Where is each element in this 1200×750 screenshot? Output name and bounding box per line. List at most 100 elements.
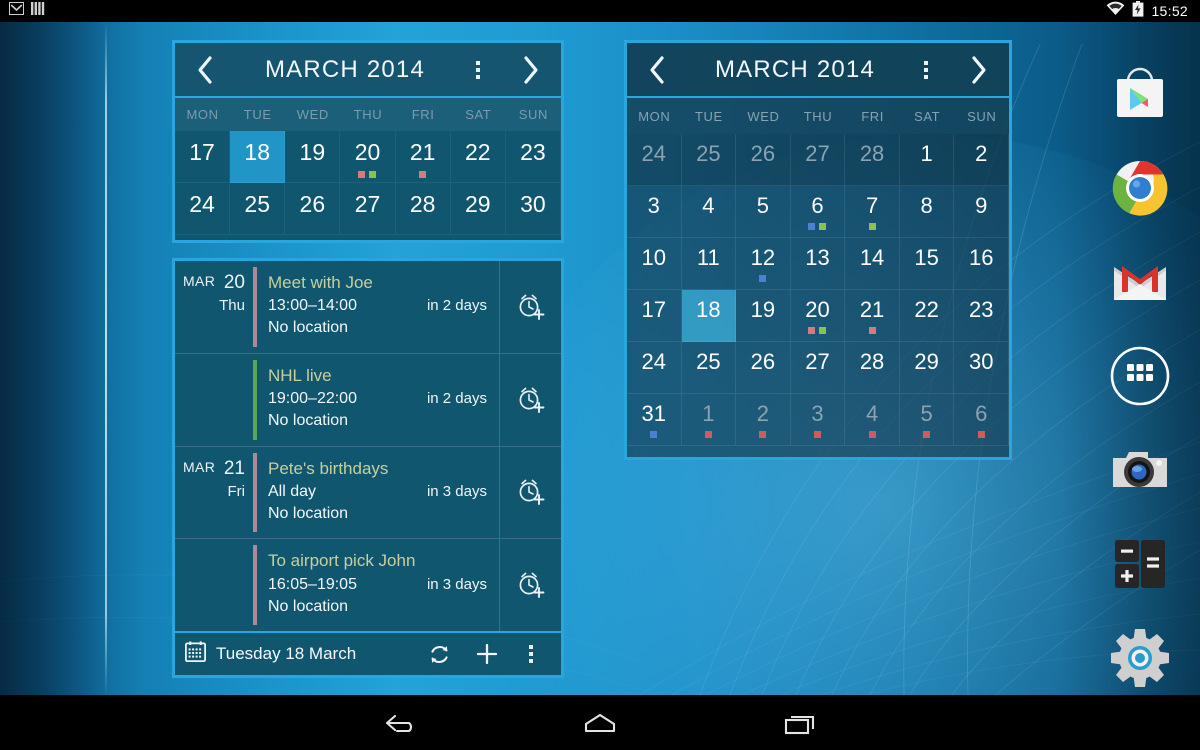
- add-alarm-button[interactable]: [499, 446, 561, 539]
- calendar-large-day-cell[interactable]: 15: [899, 238, 955, 290]
- calendar-large-day-cell[interactable]: 24: [627, 134, 682, 186]
- refresh-button[interactable]: [415, 643, 463, 666]
- agenda-footer[interactable]: Tuesday 18 March: [175, 631, 561, 675]
- add-alarm-button[interactable]: [499, 539, 561, 631]
- calendar-large-day-cell[interactable]: 18: [681, 290, 737, 342]
- calendar-large-day-cell[interactable]: 25: [681, 342, 737, 394]
- agenda-event-item[interactable]: MAR 21 Fri Pete's birthdays All day in 3 days…: [175, 446, 561, 540]
- prev-month-button-large[interactable]: [627, 55, 687, 85]
- calendar-widget-large[interactable]: MARCH 2014 MON TUE WED THU FRI SAT SUN 24 25 26 2…: [624, 40, 1012, 460]
- calendar-large-day-cell[interactable]: 30: [954, 342, 1009, 394]
- calendar-large-day-cell[interactable]: 6: [954, 394, 1009, 446]
- event-dot: [759, 431, 767, 438]
- next-month-button-large[interactable]: [949, 55, 1009, 85]
- gmail-icon[interactable]: [1108, 250, 1172, 314]
- navigation-bar[interactable]: [0, 695, 1200, 750]
- calendar-large-day-cell[interactable]: 26: [736, 342, 791, 394]
- calendar-large-day-number: 16: [968, 245, 994, 270]
- calendar-large-day-cell[interactable]: 8: [899, 186, 955, 238]
- calendar-small-day-cell[interactable]: 24: [175, 183, 231, 235]
- calendar-large-day-cell[interactable]: 11: [681, 238, 737, 290]
- calendar-small-day-cell[interactable]: 29: [450, 183, 506, 235]
- calendar-large-day-cell[interactable]: 27: [790, 342, 846, 394]
- status-bar-notifications[interactable]: [0, 2, 45, 20]
- calendar-large-day-cell[interactable]: 5: [736, 186, 791, 238]
- calendar-large-day-cell[interactable]: 7: [845, 186, 900, 238]
- add-event-button[interactable]: [463, 642, 511, 666]
- prev-month-button[interactable]: [175, 55, 235, 85]
- calendar-small-day-cell[interactable]: 30: [505, 183, 561, 235]
- calendar-large-menu-button[interactable]: [903, 60, 949, 79]
- agenda-event-day-number: 21: [223, 457, 245, 479]
- calendar-large-day-cell[interactable]: 27: [790, 134, 846, 186]
- calendar-large-day-cell[interactable]: 20: [790, 290, 846, 342]
- calendar-large-day-cell[interactable]: 25: [681, 134, 737, 186]
- agenda-menu-button[interactable]: [511, 645, 551, 663]
- settings-icon[interactable]: [1108, 626, 1172, 690]
- calendar-large-day-cell[interactable]: 19: [736, 290, 791, 342]
- calendar-large-day-cell[interactable]: 10: [627, 238, 682, 290]
- calendar-widget-small[interactable]: MARCH 2014 MON TUE WED THU FRI SAT SUN 17 18 19 2…: [172, 40, 564, 243]
- calendar-small-day-cell[interactable]: 26: [285, 183, 341, 235]
- recent-apps-button[interactable]: [700, 709, 900, 737]
- calendar-large-day-cell[interactable]: 24: [627, 342, 682, 394]
- agenda-event-item[interactable]: MAR 20 Thu Meet with Joe 13:00–14:00 in 2 day…: [175, 261, 561, 354]
- calendar-large-day-cell[interactable]: 13: [790, 238, 846, 290]
- calendar-large-day-cell[interactable]: 1: [681, 394, 737, 446]
- calculator-icon[interactable]: [1108, 532, 1172, 596]
- calendar-large-day-cell[interactable]: 2: [954, 134, 1009, 186]
- calendar-large-day-number: 21: [859, 297, 885, 322]
- calendar-small-day-cell[interactable]: 22: [450, 131, 506, 183]
- calendar-large-day-cell[interactable]: 14: [845, 238, 900, 290]
- calendar-small-grid[interactable]: 17 18 19 20 21 22 23 24 25 26 27 28 29 30: [175, 131, 561, 235]
- calendar-large-day-cell[interactable]: 2: [736, 394, 791, 446]
- calendar-large-day-cell[interactable]: 4: [845, 394, 900, 446]
- back-button[interactable]: [300, 709, 500, 737]
- calendar-small-day-cell[interactable]: 23: [505, 131, 561, 183]
- calendar-small-menu-button[interactable]: [455, 60, 501, 79]
- calendar-small-day-cell[interactable]: 28: [395, 183, 451, 235]
- calendar-small-day-cell[interactable]: 27: [340, 183, 396, 235]
- calendar-large-day-cell[interactable]: 26: [736, 134, 791, 186]
- agenda-event-list[interactable]: MAR 20 Thu Meet with Joe 13:00–14:00 in 2 day…: [175, 261, 561, 631]
- calendar-small-day-cell[interactable]: 21: [395, 131, 451, 183]
- calendar-large-day-number: 15: [914, 245, 939, 270]
- app-drawer-icon[interactable]: [1108, 344, 1172, 408]
- status-bar-system[interactable]: 15:52: [1106, 0, 1200, 22]
- calendar-small-day-cell[interactable]: 25: [230, 183, 286, 235]
- calendar-large-day-cell[interactable]: 3: [790, 394, 846, 446]
- calendar-small-day-cell[interactable]: 17: [175, 131, 231, 183]
- calendar-small-day-cell[interactable]: 20: [340, 131, 396, 183]
- calendar-large-day-cell[interactable]: 22: [899, 290, 955, 342]
- agenda-event-item[interactable]: To airport pick John 16:05–19:05 in 3 days…: [175, 539, 561, 631]
- calendar-large-day-cell[interactable]: 9: [954, 186, 1009, 238]
- next-month-button[interactable]: [501, 55, 561, 85]
- calendar-large-day-cell[interactable]: 6: [790, 186, 846, 238]
- add-alarm-button[interactable]: [499, 353, 561, 446]
- calendar-large-day-cell[interactable]: 31: [627, 394, 682, 446]
- home-button[interactable]: [500, 709, 700, 737]
- calendar-large-day-cell[interactable]: 29: [899, 342, 955, 394]
- camera-icon[interactable]: [1108, 438, 1172, 502]
- calendar-large-day-number: 17: [641, 297, 667, 322]
- calendar-large-day-cell[interactable]: 12: [736, 238, 791, 290]
- calendar-large-day-cell[interactable]: 16: [954, 238, 1009, 290]
- calendar-large-day-cell[interactable]: 4: [681, 186, 737, 238]
- calendar-large-day-cell[interactable]: 3: [627, 186, 682, 238]
- agenda-widget[interactable]: MAR 20 Thu Meet with Joe 13:00–14:00 in 2 day…: [172, 258, 564, 678]
- calendar-large-day-cell[interactable]: 5: [899, 394, 955, 446]
- agenda-event-item[interactable]: NHL live 19:00–22:00 in 2 days No location: [175, 353, 561, 447]
- app-dock[interactable]: [1080, 22, 1200, 695]
- calendar-small-day-cell[interactable]: 19: [285, 131, 341, 183]
- play-store-icon[interactable]: [1108, 62, 1172, 126]
- calendar-large-day-cell[interactable]: 21: [845, 290, 900, 342]
- calendar-large-day-cell[interactable]: 17: [627, 290, 682, 342]
- calendar-large-day-cell[interactable]: 23: [954, 290, 1009, 342]
- add-alarm-button[interactable]: [499, 261, 561, 353]
- calendar-small-day-cell[interactable]: 18: [230, 131, 286, 183]
- calendar-large-grid[interactable]: 24 25 26 27 28 1 2 3 4 5 6 7 8 9 10 11 12 13 14 15 16 17 18 19 2…: [627, 134, 1009, 446]
- calendar-large-day-cell[interactable]: 28: [845, 134, 900, 186]
- calendar-large-day-cell[interactable]: 1: [899, 134, 955, 186]
- chrome-icon[interactable]: [1108, 156, 1172, 220]
- calendar-large-day-cell[interactable]: 28: [845, 342, 900, 394]
